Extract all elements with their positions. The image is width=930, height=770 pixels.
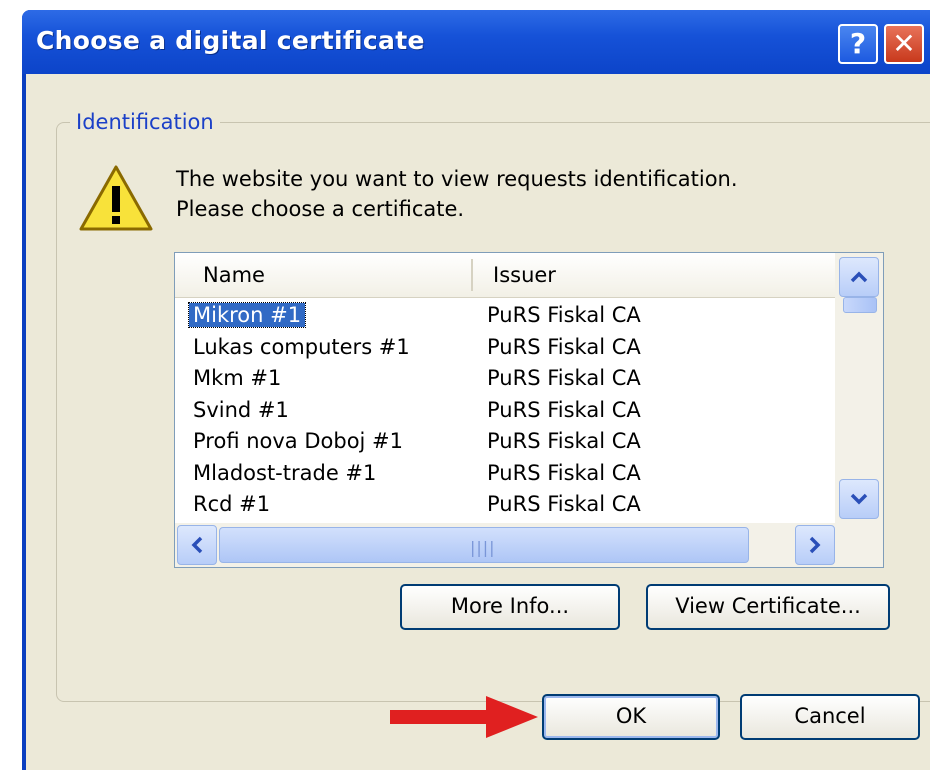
column-header-name[interactable]: Name [203,263,265,287]
group-label: Identification [70,110,220,134]
row-name: Rcd #1 [193,492,271,516]
vertical-scrollbar[interactable] [835,253,883,523]
chevron-down-icon [850,493,868,505]
view-certificate-button[interactable]: View Certificate... [646,584,890,630]
scroll-down-button[interactable] [839,479,879,519]
list-row[interactable]: Profi nova Doboj #1 PuRS Fiskal CA [175,427,835,459]
dialog-body: Identification The website you want to v… [26,74,930,770]
more-info-button[interactable]: More Info... [400,584,620,630]
list-row[interactable]: Lukas computers #1 PuRS Fiskal CA [175,333,835,365]
dialog-title: Choose a digital certificate [36,26,425,55]
list-row[interactable]: Mikron #1 PuRS Fiskal CA [175,301,835,333]
certificate-list[interactable]: Name Issuer Mikron #1 PuRS Fiskal CA Luk… [174,252,884,568]
red-arrow-icon [390,696,538,738]
horizontal-scrollbar[interactable]: |||| [175,523,883,567]
cancel-button[interactable]: Cancel [740,694,920,740]
list-row[interactable]: Mladost-trade #1 PuRS Fiskal CA [175,459,835,491]
vertical-scroll-thumb[interactable] [843,297,877,313]
list-rows: Mikron #1 PuRS Fiskal CA Lukas computers… [175,301,835,522]
message-line-2: Please choose a certificate. [176,197,465,221]
column-header-issuer[interactable]: Issuer [493,263,556,287]
help-button[interactable]: ? [838,24,878,64]
list-header: Name Issuer [175,253,835,298]
row-issuer: PuRS Fiskal CA [487,397,641,422]
message-text: The website you want to view requests id… [176,164,738,224]
row-issuer: PuRS Fiskal CA [487,492,641,516]
list-row[interactable]: Mkm #1 PuRS Fiskal CA [175,364,835,396]
row-name: Profi nova Doboj #1 [193,429,404,453]
row-issuer: PuRS Fiskal CA [487,334,641,359]
row-issuer: PuRS Fiskal CA [487,429,641,453]
list-row[interactable]: Rcd #1 PuRS Fiskal CA [175,490,835,522]
chevron-up-icon [850,271,868,283]
warning-triangle-icon [79,165,153,231]
scroll-right-button[interactable] [795,525,835,565]
scroll-up-button[interactable] [839,257,879,297]
dialog-window: Choose a digital certificate ? ✕ Identif… [22,10,930,770]
column-separator[interactable] [471,259,473,291]
row-name: Lukas computers #1 [193,334,410,359]
horizontal-scroll-thumb[interactable]: |||| [219,527,749,563]
chevron-right-icon [809,536,821,554]
row-issuer: PuRS Fiskal CA [487,303,641,327]
title-bar[interactable]: Choose a digital certificate ? ✕ [22,10,930,74]
row-issuer: PuRS Fiskal CA [487,366,641,390]
row-name: Svind #1 [193,397,289,422]
ok-button[interactable]: OK [542,694,720,740]
row-name: Mladost-trade #1 [193,460,377,485]
list-row[interactable]: Svind #1 PuRS Fiskal CA [175,396,835,428]
message-line-1: The website you want to view requests id… [176,167,738,191]
row-name: Mkm #1 [193,366,282,390]
scroll-left-button[interactable] [177,525,217,565]
row-name: Mikron #1 [187,302,307,328]
row-issuer: PuRS Fiskal CA [487,460,641,485]
close-button[interactable]: ✕ [884,24,924,64]
scroll-grip-icon: |||| [470,538,496,557]
chevron-left-icon [191,536,203,554]
